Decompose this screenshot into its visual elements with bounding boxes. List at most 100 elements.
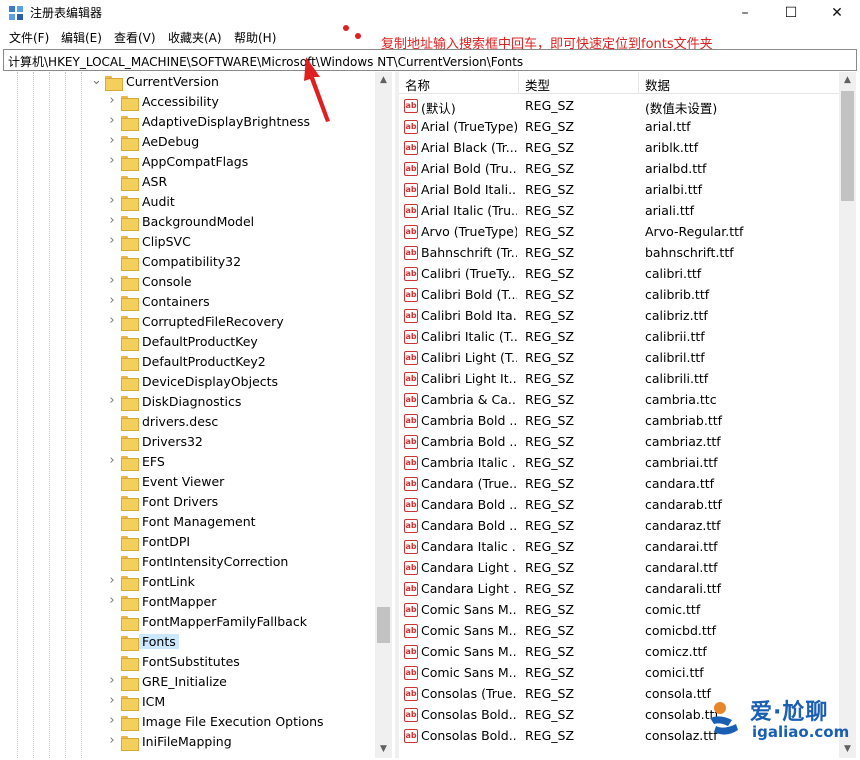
minimize-button[interactable]: – [722, 0, 768, 26]
tree-node-label: IniFileMapping [142, 734, 232, 749]
value-type: REG_SZ [525, 350, 575, 365]
chevron-right-icon[interactable]: › [107, 673, 117, 688]
value-row[interactable]: ab Cambria Bold ... REG_SZ cambriab.ttf [399, 411, 839, 432]
string-value-icon: ab [404, 183, 418, 197]
value-row[interactable]: ab Comic Sans M... REG_SZ comicbd.ttf [399, 621, 839, 642]
value-row[interactable]: ab (默认) REG_SZ (数值未设置) [399, 96, 839, 117]
tree-node-label: GRE_Initialize [142, 674, 227, 689]
header-data[interactable]: 数据 [645, 75, 670, 94]
value-row[interactable]: ab Cambria & Ca... REG_SZ cambria.ttc [399, 390, 839, 411]
menu-help[interactable]: 帮助(H) [234, 29, 276, 46]
scroll-up-icon[interactable]: ▲ [839, 72, 856, 89]
value-row[interactable]: ab Arial (TrueType) REG_SZ arial.ttf [399, 117, 839, 138]
value-row[interactable]: ab Cambria Bold ... REG_SZ cambriaz.ttf [399, 432, 839, 453]
value-name: Cambria Italic ... [421, 455, 517, 470]
chevron-right-icon[interactable]: › [107, 193, 117, 208]
tree-node-label: AppCompatFlags [142, 154, 249, 169]
value-row[interactable]: ab Comic Sans M... REG_SZ comicz.ttf [399, 642, 839, 663]
chevron-right-icon[interactable]: › [107, 273, 117, 288]
value-name: Calibri Light (T... [421, 350, 517, 365]
folder-icon [121, 436, 139, 451]
chevron-right-icon[interactable]: › [107, 213, 117, 228]
folder-icon [121, 336, 139, 351]
value-name: Consolas (True... [421, 686, 517, 701]
folder-icon [121, 376, 139, 391]
menu-view[interactable]: 查看(V) [114, 29, 156, 46]
annotation-dot [355, 33, 361, 39]
value-type: REG_SZ [525, 182, 575, 197]
value-name: Calibri Bold Ita... [421, 308, 517, 323]
value-type: REG_SZ [525, 119, 575, 134]
value-row[interactable]: ab Comic Sans M... REG_SZ comici.ttf [399, 663, 839, 684]
chevron-right-icon[interactable]: › [107, 133, 117, 148]
chevron-right-icon[interactable]: › [107, 153, 117, 168]
chevron-right-icon[interactable]: › [107, 293, 117, 308]
value-type: REG_SZ [525, 308, 575, 323]
folder-icon [121, 256, 139, 271]
value-row[interactable]: ab Arial Black (Tr... REG_SZ ariblk.ttf [399, 138, 839, 159]
value-type: REG_SZ [525, 728, 575, 743]
chevron-right-icon[interactable]: › [107, 113, 117, 128]
header-name[interactable]: 名称 [405, 75, 430, 94]
values-list: 名称 类型 数据 ab (默认) REG_SZ (数值未设置) ab Arial (Tru… [399, 72, 839, 758]
value-row[interactable]: ab Bahnschrift (Tr... REG_SZ bahnschrift.tt… [399, 243, 839, 264]
value-row[interactable]: ab Candara Bold ... REG_SZ candarab.ttf [399, 495, 839, 516]
value-row[interactable]: ab Calibri Bold (T... REG_SZ calibrib.ttf [399, 285, 839, 306]
close-button[interactable]: ✕ [814, 0, 860, 26]
scrollbar-thumb[interactable] [841, 91, 854, 201]
maximize-button[interactable]: ☐ [768, 0, 814, 26]
chevron-right-icon[interactable]: › [107, 233, 117, 248]
value-data: arialbi.ttf [645, 182, 702, 197]
watermark-domain: igaliao.com [752, 723, 850, 741]
menu-edit[interactable]: 编辑(E) [61, 29, 102, 46]
menu-file[interactable]: 文件(F) [9, 29, 49, 46]
chevron-right-icon[interactable]: › [107, 593, 117, 608]
value-type: REG_SZ [525, 686, 575, 701]
value-row[interactable]: ab Calibri Light It... REG_SZ calibrili.ttf [399, 369, 839, 390]
scroll-down-icon[interactable]: ▼ [375, 741, 392, 758]
chevron-right-icon[interactable]: › [107, 313, 117, 328]
chevron-right-icon[interactable]: › [107, 93, 117, 108]
value-name: Arial Black (Tr... [421, 140, 517, 155]
tree-node-label: FontSubstitutes [142, 654, 240, 669]
scrollbar-thumb[interactable] [377, 607, 390, 643]
tree-node-label: DiskDiagnostics [142, 394, 242, 409]
scroll-up-icon[interactable]: ▲ [375, 72, 392, 89]
value-type: REG_SZ [525, 161, 575, 176]
address-bar[interactable]: 计算机\HKEY_LOCAL_MACHINE\SOFTWARE\Microsof… [3, 49, 857, 71]
value-name: Candara Bold ... [421, 497, 517, 512]
value-row[interactable]: ab Arial Italic (Tru... REG_SZ ariali.ttf [399, 201, 839, 222]
value-row[interactable]: ab Candara Light ... REG_SZ candaral.ttf [399, 558, 839, 579]
value-row[interactable]: ab Calibri (TrueTy... REG_SZ calibri.ttf [399, 264, 839, 285]
value-row[interactable]: ab Calibri Light (T... REG_SZ calibril.ttf [399, 348, 839, 369]
chevron-right-icon[interactable]: › [107, 733, 117, 748]
folder-icon [121, 396, 139, 411]
value-type: REG_SZ [525, 140, 575, 155]
value-name: (默认) [421, 101, 456, 116]
value-type: REG_SZ [525, 245, 575, 260]
value-name: Arial Bold (Tru... [421, 161, 517, 176]
value-row[interactable]: ab Arial Bold (Tru... REG_SZ arialbd.ttf [399, 159, 839, 180]
header-type[interactable]: 类型 [525, 75, 550, 94]
chevron-right-icon[interactable]: › [107, 453, 117, 468]
folder-icon [121, 276, 139, 291]
menu-favorites[interactable]: 收藏夹(A) [168, 29, 222, 46]
chevron-down-icon[interactable]: ⌄ [91, 73, 102, 88]
value-row[interactable]: ab Candara Italic ... REG_SZ candarai.ttf [399, 537, 839, 558]
value-row[interactable]: ab Candara Light ... REG_SZ candarali.ttf [399, 579, 839, 600]
chevron-right-icon[interactable]: › [107, 693, 117, 708]
value-row[interactable]: ab Candara Bold ... REG_SZ candaraz.ttf [399, 516, 839, 537]
chevron-right-icon[interactable]: › [107, 573, 117, 588]
tree-scrollbar[interactable]: ▲ ▼ [375, 72, 392, 758]
values-scrollbar[interactable]: ▲ ▼ [839, 72, 856, 758]
chevron-right-icon[interactable]: › [107, 713, 117, 728]
chevron-right-icon[interactable]: › [107, 393, 117, 408]
tree-node-label: FontIntensityCorrection [142, 554, 289, 569]
value-row[interactable]: ab Arial Bold Itali... REG_SZ arialbi.ttf [399, 180, 839, 201]
value-row[interactable]: ab Cambria Italic ... REG_SZ cambriai.ttf [399, 453, 839, 474]
value-row[interactable]: ab Comic Sans M... REG_SZ comic.ttf [399, 600, 839, 621]
value-row[interactable]: ab Arvo (TrueType) REG_SZ Arvo-Regular.ttf [399, 222, 839, 243]
value-row[interactable]: ab Candara (True... REG_SZ candara.ttf [399, 474, 839, 495]
value-row[interactable]: ab Calibri Bold Ita... REG_SZ calibriz.ttf [399, 306, 839, 327]
value-row[interactable]: ab Calibri Italic (T... REG_SZ calibrii.ttf [399, 327, 839, 348]
